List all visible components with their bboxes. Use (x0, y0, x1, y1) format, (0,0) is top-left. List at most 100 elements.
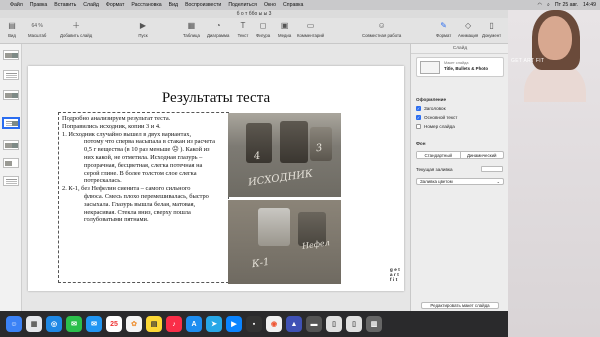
slide[interactable]: Результаты теста Подробно анализируем ре… (28, 66, 404, 291)
thumbnail-photo (12, 53, 18, 58)
mail-icon[interactable]: ✉ (86, 316, 102, 332)
menu-view[interactable]: Вид (169, 2, 178, 8)
animate-button[interactable]: ◇ Анимация (458, 21, 478, 38)
dynamic-background-option[interactable]: Динамический (461, 152, 504, 158)
thumbnail-photo (5, 53, 12, 58)
folder-icon[interactable]: ▬ (306, 316, 322, 332)
glaze-test-photo-2[interactable]: Нефел К-1 (228, 200, 341, 284)
shape-button[interactable]: ◻ Фигура (256, 21, 270, 38)
view-button[interactable]: ▤ Вид (6, 21, 18, 38)
media-label: Медиа (278, 33, 292, 38)
current-fill-label: Текущая заливка (416, 167, 453, 172)
zoom-button[interactable]: 64 % Масштаб (28, 21, 46, 38)
music-icon[interactable]: ♪ (166, 316, 182, 332)
menubar-time: 14:49 (583, 2, 596, 8)
body-line: 0,5 г вещества (в 10 раз меньше ☹ ). Как… (84, 146, 210, 154)
appearance-title: Оформление (416, 97, 447, 102)
keynote-icon[interactable]: ▲ (286, 316, 302, 332)
menu-play[interactable]: Воспроизвести (185, 2, 221, 8)
slide-number-checkbox[interactable]: Номер слайда (416, 124, 455, 129)
trash-icon[interactable]: ▥ (366, 316, 382, 332)
format-label: Формат (436, 33, 452, 38)
empty-checkbox-icon (416, 124, 421, 129)
media-button[interactable]: ▣ Медиа (278, 21, 291, 38)
thumbnail-photo (5, 161, 12, 166)
fill-color-well[interactable] (481, 166, 503, 172)
slide-thumbnail[interactable] (3, 70, 19, 80)
menu-file[interactable]: Файл (10, 2, 23, 8)
slide-thumbnail-selected[interactable] (3, 118, 19, 128)
body-line: флюса. Смесь плохо перемешивалась, быстр… (84, 192, 209, 200)
play-icon: ▶ (139, 21, 147, 30)
messages-icon[interactable]: ✉ (66, 316, 82, 332)
webcam-feed: GET ART FIT (508, 10, 600, 337)
telegram-icon[interactable]: ➤ (206, 316, 222, 332)
document-file-icon[interactable]: ▯ (346, 316, 362, 332)
menu-edit[interactable]: Правка (30, 2, 48, 8)
slide-thumbnail[interactable] (3, 158, 19, 168)
slide-title[interactable]: Результаты теста (28, 90, 404, 107)
wifi-icon[interactable]: ◠ (537, 2, 542, 8)
chart-label: Диаграмма (207, 33, 230, 38)
keynote-window: б о т ббо ы ы 3 ▤ Вид 64 % Масштаб ＋ Добави… (0, 10, 508, 311)
menu-help[interactable]: Справка (283, 2, 303, 8)
zoom-app-icon[interactable]: ▶ (226, 316, 242, 332)
sample-handwriting: ИСХОДНИК (247, 168, 314, 189)
menu-insert[interactable]: Вставить (54, 2, 76, 8)
table-button[interactable]: ▦ Таблица (183, 21, 200, 38)
slide-layout-picker[interactable]: Макет слайда Title, Bullets & Photo (416, 57, 504, 77)
body-line: потрескалась. (84, 177, 122, 185)
collaborate-button[interactable]: ☺ Совместная работа (362, 21, 401, 38)
app-store-icon[interactable]: A (186, 316, 202, 332)
slide-body-textbox[interactable]: Подробно анализируем результат теста. По… (58, 112, 229, 283)
notes-icon[interactable]: ▤ (146, 316, 162, 332)
presenter-face (538, 16, 572, 60)
document-file-icon[interactable]: ▯ (326, 316, 342, 332)
thumbnail-photo (12, 143, 18, 148)
document-label: Документ (482, 33, 502, 38)
standard-background-option[interactable]: Стандартный (417, 152, 461, 158)
add-slide-button[interactable]: ＋ Добавить слайд (60, 21, 92, 38)
document-icon: ▯ (489, 21, 494, 30)
safari-icon[interactable]: ◎ (46, 316, 62, 332)
launchpad-icon[interactable]: ▦ (26, 316, 42, 332)
edit-slide-layout-button[interactable]: Редактировать макет слайда (421, 302, 499, 309)
menu-window[interactable]: Окно (264, 2, 276, 8)
slide-thumbnail[interactable] (3, 140, 19, 150)
fill-type-select[interactable]: Заливка цветом ⌄ (416, 178, 504, 185)
search-icon[interactable]: ⌕ (547, 2, 550, 9)
table-icon: ▦ (187, 21, 196, 30)
menu-slide[interactable]: Слайд (83, 2, 99, 8)
slide-thumbnail[interactable] (3, 90, 19, 100)
photos-icon[interactable]: ✿ (126, 316, 142, 332)
dock: ☺ ▦ ◎ ✉ ✉ 25 ✿ ▤ ♪ A ➤ ▶ ▪ ◉ ▲ ▬ ▯ ▯ ▥ (0, 311, 508, 337)
chrome-icon[interactable]: ◉ (266, 316, 282, 332)
menu-format[interactable]: Формат (106, 2, 124, 8)
glaze-test-photo-1[interactable]: ИСХОДНИК 4 3 (228, 113, 341, 197)
thumbnail-photo (5, 93, 12, 98)
slide-thumbnail[interactable] (3, 50, 19, 60)
collaborate-icon: ☺ (377, 21, 386, 30)
shape-icon: ◻ (259, 21, 267, 30)
terminal-icon[interactable]: ▪ (246, 316, 262, 332)
camera-name-label: GET ART FIT (511, 58, 545, 64)
body-checkbox[interactable]: ✓ Основной текст (416, 115, 457, 120)
calendar-icon[interactable]: 25 (106, 316, 122, 332)
document-button[interactable]: ▯ Документ (482, 21, 501, 38)
slide-thumbnail[interactable] (3, 176, 19, 186)
format-button[interactable]: ✎ Формат (436, 21, 451, 38)
animate-icon: ◇ (465, 21, 472, 30)
chart-button[interactable]: ◔ Диаграмма (207, 21, 229, 38)
background-title: Фон (416, 141, 426, 146)
sidebar-icon: ▤ (8, 21, 16, 30)
menu-arrange[interactable]: Расстановка (131, 2, 161, 8)
text-button[interactable]: T Текст (237, 21, 249, 38)
thumbnail-photo (12, 121, 18, 126)
finder-icon[interactable]: ☺ (6, 316, 22, 332)
body-line: них какой, не отметила. Исходная глазурь… (84, 153, 203, 161)
comment-button[interactable]: ▭ Комментарий (297, 21, 324, 38)
play-button[interactable]: ▶ Пуск (137, 21, 149, 38)
title-checkbox[interactable]: ✓ Заголовок (416, 106, 446, 111)
menu-share[interactable]: Поделиться (228, 2, 257, 8)
slide-canvas: Результаты теста Подробно анализируем ре… (22, 44, 410, 311)
